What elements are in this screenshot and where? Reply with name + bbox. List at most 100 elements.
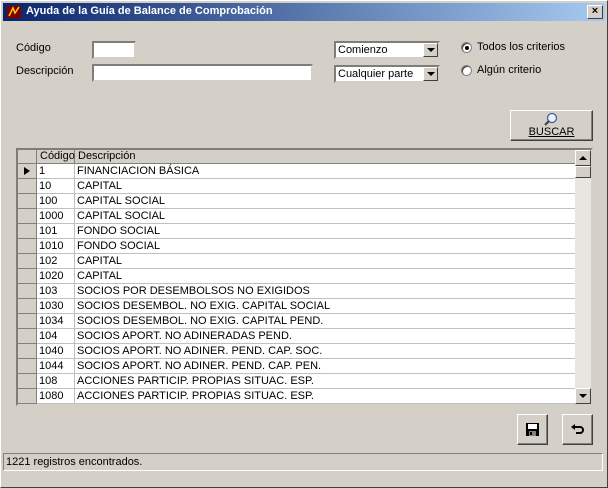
- column-header-codigo[interactable]: Código: [37, 150, 75, 164]
- table-row[interactable]: 102 CAPITAL: [18, 254, 576, 269]
- table-row[interactable]: 103 SOCIOS POR DESEMBOLSOS NO EXIGIDOS: [18, 284, 576, 299]
- accounts-grid[interactable]: Código Descripción 1 FINANCIACION BÁSICA 1…: [16, 148, 593, 406]
- table-row[interactable]: 1044 SOCIOS APORT. NO ADINER. PEND. CAP. …: [18, 359, 576, 374]
- table-row[interactable]: 108 ACCIONES PARTICIP. PROPIAS SITUAC. ES…: [18, 374, 576, 389]
- cell-codigo[interactable]: 1080: [37, 389, 75, 404]
- descripcion-input[interactable]: [92, 64, 313, 82]
- table-row[interactable]: 1000 CAPITAL SOCIAL: [18, 209, 576, 224]
- window-title: Ayuda de la Guía de Balance de Comprobac…: [26, 5, 273, 17]
- match-scope-select[interactable]: Cualquier parte: [334, 65, 440, 83]
- cell-codigo[interactable]: 103: [37, 284, 75, 299]
- status-bar: 1221 registros encontrados.: [3, 453, 603, 471]
- help-dialog-window: Ayuda de la Guía de Balance de Comprobac…: [0, 0, 608, 488]
- row-indicator[interactable]: [18, 314, 37, 329]
- row-indicator[interactable]: [18, 329, 37, 344]
- row-indicator[interactable]: [18, 209, 37, 224]
- table-row[interactable]: 1020 CAPITAL: [18, 269, 576, 284]
- cell-descripcion[interactable]: ACCIONES PARTICIP. PROPIAS SITUAC. ESP.: [75, 374, 576, 389]
- cell-codigo[interactable]: 100: [37, 194, 75, 209]
- cell-codigo[interactable]: 1000: [37, 209, 75, 224]
- vertical-scrollbar[interactable]: [575, 150, 591, 404]
- row-indicator[interactable]: [18, 344, 37, 359]
- column-header-descripcion[interactable]: Descripción: [75, 150, 576, 164]
- row-indicator[interactable]: [18, 179, 37, 194]
- row-indicator[interactable]: [18, 284, 37, 299]
- descripcion-label: Descripción: [16, 65, 74, 77]
- cell-codigo[interactable]: 1034: [37, 314, 75, 329]
- match-position-select[interactable]: Comienzo: [334, 41, 440, 59]
- row-indicator[interactable]: [18, 239, 37, 254]
- cell-descripcion[interactable]: CAPITAL: [75, 179, 576, 194]
- match-scope-value: Cualquier parte: [338, 68, 414, 80]
- app-icon: [7, 6, 21, 18]
- table-row[interactable]: 104 SOCIOS APORT. NO ADINERADAS PEND.: [18, 329, 576, 344]
- cell-codigo[interactable]: 1: [37, 164, 75, 179]
- scroll-thumb[interactable]: [575, 166, 591, 178]
- cell-codigo[interactable]: 102: [37, 254, 75, 269]
- table-row[interactable]: 1080 ACCIONES PARTICIP. PROPIAS SITUAC. E…: [18, 389, 576, 404]
- cell-descripcion[interactable]: SOCIOS POR DESEMBOLSOS NO EXIGIDOS: [75, 284, 576, 299]
- title-bar[interactable]: Ayuda de la Guía de Balance de Comprobac…: [3, 3, 605, 21]
- cell-descripcion[interactable]: CAPITAL SOCIAL: [75, 194, 576, 209]
- all-criteria-label[interactable]: Todos los criterios: [477, 41, 565, 53]
- floppy-disk-icon: [526, 423, 539, 436]
- scroll-down-button[interactable]: [575, 388, 591, 404]
- cell-codigo[interactable]: 1030: [37, 299, 75, 314]
- row-indicator[interactable]: [18, 224, 37, 239]
- row-indicator[interactable]: [18, 164, 37, 179]
- cell-descripcion[interactable]: FONDO SOCIAL: [75, 239, 576, 254]
- any-criteria-radio[interactable]: [461, 65, 472, 76]
- row-indicator[interactable]: [18, 194, 37, 209]
- scroll-up-button[interactable]: [575, 150, 591, 166]
- cell-descripcion[interactable]: SOCIOS DESEMBOL. NO EXIG. CAPITAL PEND.: [75, 314, 576, 329]
- table-row[interactable]: 1 FINANCIACION BÁSICA: [18, 164, 576, 179]
- row-indicator[interactable]: [18, 254, 37, 269]
- cell-descripcion[interactable]: CAPITAL: [75, 254, 576, 269]
- chevron-down-icon[interactable]: [423, 67, 438, 81]
- arrow-up-icon: [579, 156, 587, 160]
- chevron-down-icon[interactable]: [423, 43, 438, 57]
- undo-arrow-icon: [571, 424, 584, 434]
- undo-button[interactable]: [562, 414, 593, 445]
- cell-codigo[interactable]: 10: [37, 179, 75, 194]
- cell-descripcion[interactable]: SOCIOS APORT. NO ADINER. PEND. CAP. SOC.: [75, 344, 576, 359]
- table-row[interactable]: 1010 FONDO SOCIAL: [18, 239, 576, 254]
- table-row[interactable]: 10 CAPITAL: [18, 179, 576, 194]
- cell-codigo[interactable]: 1044: [37, 359, 75, 374]
- table-row[interactable]: 1040 SOCIOS APORT. NO ADINER. PEND. CAP. …: [18, 344, 576, 359]
- row-indicator[interactable]: [18, 269, 37, 284]
- arrow-down-icon: [579, 394, 587, 398]
- grid-corner-header: [18, 150, 37, 164]
- search-button[interactable]: BUSCAR: [510, 110, 593, 141]
- cell-codigo[interactable]: 108: [37, 374, 75, 389]
- cell-descripcion[interactable]: FONDO SOCIAL: [75, 224, 576, 239]
- any-criteria-label[interactable]: Algún criterio: [477, 64, 541, 76]
- table-row[interactable]: 101 FONDO SOCIAL: [18, 224, 576, 239]
- row-indicator[interactable]: [18, 374, 37, 389]
- cell-codigo[interactable]: 1020: [37, 269, 75, 284]
- cell-descripcion[interactable]: SOCIOS APORT. NO ADINER. PEND. CAP. PEN.: [75, 359, 576, 374]
- all-criteria-radio[interactable]: [461, 42, 472, 53]
- cell-descripcion[interactable]: FINANCIACION BÁSICA: [75, 164, 576, 179]
- cell-codigo[interactable]: 101: [37, 224, 75, 239]
- cell-descripcion[interactable]: CAPITAL SOCIAL: [75, 209, 576, 224]
- cell-codigo[interactable]: 1040: [37, 344, 75, 359]
- cell-descripcion[interactable]: SOCIOS DESEMBOL. NO EXIG. CAPITAL SOCIAL: [75, 299, 576, 314]
- row-indicator[interactable]: [18, 299, 37, 314]
- match-position-value: Comienzo: [338, 44, 388, 56]
- table-row[interactable]: 100 CAPITAL SOCIAL: [18, 194, 576, 209]
- save-button[interactable]: [517, 414, 548, 445]
- close-button[interactable]: ×: [587, 5, 603, 19]
- current-row-arrow-icon: [24, 167, 30, 175]
- search-button-label: BUSCAR: [528, 126, 575, 138]
- row-indicator[interactable]: [18, 389, 37, 404]
- cell-descripcion[interactable]: CAPITAL: [75, 269, 576, 284]
- cell-descripcion[interactable]: ACCIONES PARTICIP. PROPIAS SITUAC. ESP.: [75, 389, 576, 404]
- table-row[interactable]: 1034 SOCIOS DESEMBOL. NO EXIG. CAPITAL PE…: [18, 314, 576, 329]
- row-indicator[interactable]: [18, 359, 37, 374]
- codigo-input[interactable]: [92, 41, 136, 59]
- cell-codigo[interactable]: 104: [37, 329, 75, 344]
- table-row[interactable]: 1030 SOCIOS DESEMBOL. NO EXIG. CAPITAL SO…: [18, 299, 576, 314]
- cell-codigo[interactable]: 1010: [37, 239, 75, 254]
- cell-descripcion[interactable]: SOCIOS APORT. NO ADINERADAS PEND.: [75, 329, 576, 344]
